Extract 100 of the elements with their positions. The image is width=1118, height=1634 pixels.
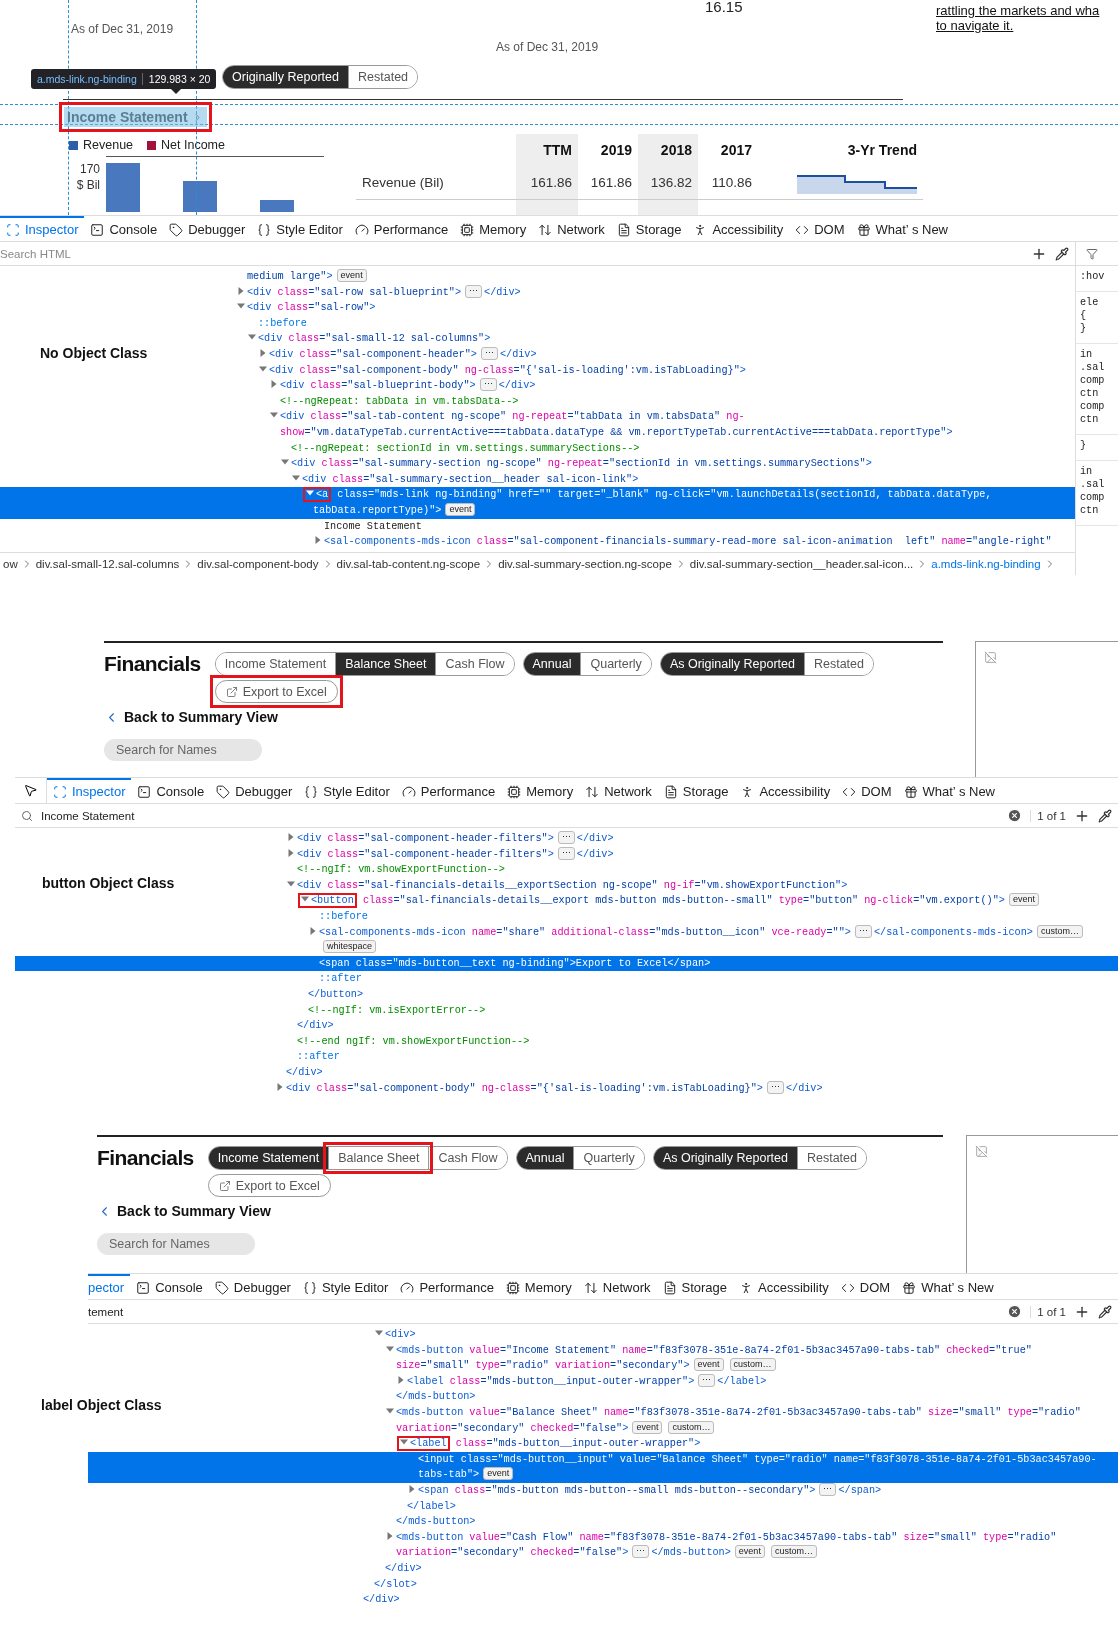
eyedropper-button[interactable] (1055, 246, 1069, 261)
clear-button[interactable] (1007, 808, 1023, 823)
ellipsis-badge[interactable]: ⋯ (480, 346, 498, 360)
triangle-icon[interactable] (259, 348, 267, 357)
markup-line[interactable]: <mds-button value="Balance Sheet" name="f83f3078-351e-8a74-2f01-5b3ac3457a90-tabs-tab" size="small" type="radio" variation="secondary" checked="false"> event custom… (386, 1404, 1110, 1437)
breadcrumb[interactable]: div.sal-small-12.sal-columns (32, 558, 183, 570)
markup-line[interactable]: <div class="sal-blueprint-body"> ⋯ </div> (270, 378, 1067, 394)
markup-badge[interactable]: custom… (1036, 924, 1083, 938)
markup-line[interactable]: </button> (298, 986, 1110, 1003)
markup-badge[interactable]: event (483, 1467, 514, 1481)
triangle-icon[interactable] (248, 333, 256, 342)
triangle-icon[interactable] (281, 458, 289, 467)
segment-tab[interactable]: Restated (803, 653, 873, 675)
triangle-icon[interactable] (270, 380, 278, 389)
markup-badge[interactable]: event (734, 1545, 765, 1559)
breadcrumb[interactable]: a.mds-link.ng-binding (928, 558, 1044, 570)
triangle-icon[interactable] (237, 302, 245, 311)
ellipsis-badge[interactable]: ⋯ (479, 378, 497, 392)
segment-tab[interactable]: Restated (348, 66, 418, 88)
triangle-icon[interactable] (287, 833, 295, 841)
markup-line[interactable]: <button class="sal-financials-details__export mds-button mds-button--small" type="button" ng-click="vm.export()"> event (298, 893, 1110, 909)
markup-line[interactable]: </mds-button> (386, 1389, 1110, 1405)
ellipsis-badge[interactable]: ⋯ (632, 1545, 650, 1559)
segment-tab[interactable]: Annual (523, 653, 581, 675)
markup-line[interactable]: ::after (287, 1049, 1110, 1065)
markup-line[interactable]: <sal-components-mds-icon class="sal-component-financials-summary-read-more sal-icon-animation left" name="angle-right" (314, 534, 1067, 550)
article-link[interactable]: to navigate it. (936, 18, 1118, 33)
markup-badge[interactable]: custom… (729, 1358, 776, 1372)
triangle-icon[interactable] (301, 895, 309, 904)
markup-badge[interactable]: custom… (770, 1545, 817, 1559)
markup-badge[interactable]: event (336, 269, 367, 282)
triangle-icon[interactable] (276, 1082, 284, 1091)
search-field[interactable]: Income Statement (41, 809, 1000, 822)
markup-line[interactable]: <div class="sal-small-12 sal-columns"> (248, 331, 1067, 347)
markup-line[interactable]: <div class="sal-financials-details__exportSection ng-scope" ng-if="vm.showExportFunction"> (287, 877, 1110, 894)
markup-badge[interactable]: event (445, 502, 476, 516)
segment-tab[interactable]: Income Statement (208, 1147, 329, 1169)
ellipsis-badge[interactable]: ⋯ (557, 846, 575, 860)
triangle-icon[interactable] (386, 1344, 394, 1353)
segment-tab[interactable]: Quarterly (580, 653, 651, 675)
markup-line[interactable]: </div> (353, 1592, 1110, 1608)
markup-line[interactable]: ::before (248, 315, 1067, 332)
triangle-icon[interactable] (386, 1406, 394, 1415)
ellipsis-badge[interactable]: ⋯ (557, 831, 575, 844)
triangle-icon[interactable] (287, 879, 295, 888)
markup-badge[interactable]: whitespace (323, 940, 377, 954)
search-field[interactable]: Search HTML (0, 247, 1023, 260)
markup-line[interactable]: </mds-button> (386, 1514, 1110, 1530)
markup-badge[interactable]: event (1008, 893, 1039, 907)
breadcrumb[interactable]: div.sal-summary-section__header.sal-icon... (686, 558, 917, 570)
markup-badge[interactable]: custom… (668, 1420, 715, 1434)
search-field[interactable]: Search for Names (104, 738, 262, 761)
markup-line[interactable]: ::after (309, 971, 1110, 987)
search-field[interactable]: Search for Names (97, 1232, 255, 1255)
markup-line[interactable]: <!--end ngIf: vm.showExportFunction--> (287, 1033, 1110, 1050)
triangle-icon[interactable] (314, 536, 322, 545)
ellipsis-badge[interactable]: ⋯ (766, 1080, 784, 1094)
markup-line[interactable]: <div class="sal-component-body" ng-class="{'sal-is-loading':vm.isTabLoading}"> (259, 362, 1067, 379)
markup-badge[interactable]: event (693, 1358, 724, 1372)
markup-line[interactable]: </div> (375, 1560, 1110, 1577)
breadcrumb[interactable]: div.sal-component-body (194, 558, 322, 570)
segment-tab[interactable]: As Originally Reported (653, 1147, 797, 1169)
markup-line[interactable]: <a class="mds-link ng-binding" href="" target="_blank" ng-click="vm.launchDetails(sectionId, tabData.dataType, tabData.reportType)"> event (303, 487, 1067, 519)
markup-line[interactable]: </div> (287, 1018, 1110, 1034)
search-field[interactable]: tement (88, 1305, 1000, 1318)
markup-line[interactable]: </div> (276, 1064, 1110, 1081)
markup-line[interactable]: <input class="mds-button__input" value="Balance Sheet" type="radio" name="f83f3078-351e-8a74-2f01-5b3ac3457a90-tabs-tab"> event (408, 1451, 1110, 1483)
markup-line[interactable]: whitespace (309, 940, 1110, 956)
clear-button[interactable] (1007, 1304, 1023, 1319)
export-button[interactable]: Export to Excel (214, 680, 338, 703)
markup-line[interactable]: <div> (375, 1327, 1110, 1343)
eyedropper-button[interactable] (1098, 1304, 1112, 1319)
triangle-icon[interactable] (292, 473, 300, 482)
segment-tab[interactable]: Originally Reported (223, 66, 348, 88)
triangle-icon[interactable] (287, 848, 295, 857)
segment-tab[interactable]: Cash Flow (428, 1147, 507, 1169)
breadcrumb[interactable]: div.sal-summary-section.ng-scope (495, 558, 675, 570)
segment-tab[interactable]: Restated (796, 1147, 866, 1169)
markup-line[interactable]: </slot> (364, 1576, 1110, 1593)
markup-line[interactable]: <span class="mds-button mds-button--small mds-button--secondary"> ⋯ </span> (408, 1482, 1110, 1499)
ellipsis-badge[interactable]: ⋯ (465, 284, 482, 298)
triangle-icon[interactable] (386, 1531, 394, 1540)
markup-line[interactable]: <mds-button value="Income Statement" name="f83f3078-351e-8a74-2f01-5b3ac3457a90-tabs-tab" checked="true" size="small" type="radio" variation="secondary"> event custom… (386, 1342, 1110, 1374)
markup-line[interactable]: <!--ngIf: vm.showExportFunction--> (287, 862, 1110, 878)
article-link[interactable]: rattling the markets and wha (936, 3, 1118, 18)
triangle-icon[interactable] (259, 364, 267, 373)
segment-tab[interactable]: Quarterly (573, 1147, 644, 1169)
markup-line[interactable]: <sal-components-mds-icon name="share" additional-class="mds-button__icon" vce-ready=""> ⋯ </sal-components-mds-icon> custom… (309, 924, 1110, 941)
segment-tab[interactable]: As Originally Reported (660, 653, 804, 675)
markup-line[interactable]: <label class="mds-button__input-outer-wrapper"> (397, 1436, 1110, 1452)
triangle-icon[interactable] (306, 489, 314, 498)
triangle-icon[interactable] (397, 1375, 405, 1384)
triangle-icon[interactable] (309, 926, 317, 935)
markup-line[interactable]: <div class="sal-summary-section ng-scope" ng-repeat="sectionId in vm.settings.summarySections"> (281, 456, 1067, 472)
segment-tab[interactable]: Annual (516, 1147, 574, 1169)
markup-line[interactable]: <div class="sal-row sal-blueprint"> ⋯ </div> (237, 284, 1067, 301)
markup-line[interactable]: <!--ngRepeat: tabData in vm.tabsData--> (270, 393, 1067, 410)
triangle-icon[interactable] (400, 1438, 408, 1447)
breadcrumb[interactable]: ow (0, 558, 21, 570)
markup-line[interactable]: <!--ngRepeat: sectionId in vm.settings.summarySections--> (281, 440, 1067, 457)
